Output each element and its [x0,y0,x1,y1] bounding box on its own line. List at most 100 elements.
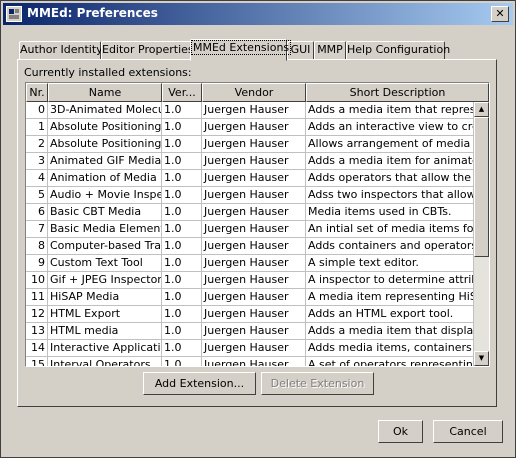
cell-name: Absolute Positioning ... [50,136,162,152]
column-header-name[interactable]: Name [48,83,162,102]
cell-vendor: Juergen Hauser [202,187,306,203]
cell-vendor: Juergen Hauser [202,323,306,339]
table-row[interactable]: 9 Custom Text Tool 1.0 Juergen Hauser A simp… [26,255,474,272]
tab-editor-properties[interactable]: Editor Properties [101,41,194,60]
cell-vendor: Juergen Hauser [202,357,306,366]
table-row[interactable]: 11 HiSAP Media 1.0 Juergen Hauser A media it… [26,289,474,306]
table-row[interactable]: 8Computer-based Trai...1.0Juergen Hauser… [26,238,474,255]
cell-version: 1.0 [162,289,202,305]
title-bar[interactable]: MMEd: Preferences ✕ [3,3,513,25]
cell-short-description: Media items used in CBTs. [306,204,474,220]
cell-name: HTML Export [48,306,162,322]
table-row[interactable]: 14Interactive Applications1.0Juergen Hau… [26,340,474,357]
cell-nr: 14 [26,340,48,356]
scroll-up-button[interactable]: ▲ [474,102,489,117]
scroll-down-button[interactable]: ▼ [474,351,489,366]
cell-short-description: A set of operators representing ... [306,357,474,366]
installed-extensions-label: Currently installed extensions: [24,66,192,79]
cell-short-description: Adds an interactive view to cre... [308,119,474,135]
cell-name: Basic CBT Media [48,204,162,220]
cell-name: Animated GIF Media It... [50,153,162,169]
extensions-panel: Currently installed extensions: Nr. Name… [17,59,497,407]
tab-help-configuration[interactable]: Help Configuration [346,41,450,60]
table-row[interactable]: 4 Animation of Media 1.0 Juergen Hauser Adds… [26,170,474,187]
cell-nr: 7 [26,221,48,237]
column-header-vendor[interactable]: Vendor [202,83,306,102]
cell-version: 1.0 [162,187,202,203]
cell-short-description: Adds containers and operators t... [308,238,474,254]
cell-vendor: Juergen Hauser [202,272,306,288]
tab-mmp[interactable]: MMP [314,41,346,60]
table-header: Nr. Name Ver... Vendor Short Description [26,83,489,102]
delete-extension-button[interactable]: Delete Extension [261,372,374,395]
cell-name: Audio + Movie Inspec... [48,187,162,203]
cell-nr: 1 [26,119,48,135]
cell-short-description: Adss two inspectors that allow ... [308,187,474,203]
cell-version: 1.0 [162,136,202,152]
cell-nr: 2 [26,136,48,152]
cell-version: 1.0 [162,357,202,366]
cell-short-description: Adds an HTML export tool. [306,306,474,322]
cell-version: 1.0 [162,272,202,288]
table-row[interactable]: 13 HTML media 1.0 Juergen Hauser Adds a medi… [26,323,474,340]
table-row[interactable]: 12 HTML Export 1.0 Juergen Hauser Adds an HT… [26,306,474,323]
column-header-version[interactable]: Ver... [162,83,202,102]
column-header-short-description[interactable]: Short Description [306,83,489,102]
tab-label: Editor Properties [102,43,194,56]
cell-nr: 8 [26,238,48,254]
tab-label: Author Identity [20,43,103,56]
table-row[interactable]: 3Animated GIF Media It...1.0Juergen Haus… [26,153,474,170]
table-row[interactable]: 5Audio + Movie Inspec...1.0Juergen Hause… [26,187,474,204]
cancel-button[interactable]: Cancel [433,420,503,443]
column-header-nr[interactable]: Nr. [26,83,48,102]
cell-short-description: Adds operators that allow the s... [308,170,474,186]
scroll-thumb[interactable] [474,117,489,257]
tab-label: Help Configuration [347,43,451,56]
cell-vendor: Juergen Hauser [202,340,306,356]
cell-name: Gif + JPEG Inspectors [50,272,162,288]
window-title: MMEd: Preferences [27,6,158,20]
cell-nr: 15 [26,357,48,366]
table-row[interactable]: 15 Interval Operators 1.0 Juergen Hauser A s… [26,357,474,366]
cell-short-description: An intial set of media items for m... [308,221,474,237]
cell-name: Interval Operators [48,357,162,366]
cell-nr: 12 [26,306,48,322]
cell-vendor: Juergen Hauser [202,170,306,186]
table-row[interactable]: 6 Basic CBT Media 1.0 Juergen Hauser Media i… [26,204,474,221]
cell-vendor: Juergen Hauser [202,102,306,118]
table-row[interactable]: 03D-Animated Molecule1.0Juergen HauserAd… [26,102,474,119]
cell-name: Computer-based Trai... [50,238,162,254]
cell-vendor: Juergen Hauser [202,204,306,220]
tab-gui[interactable]: GUI [287,41,314,60]
tab-label: GUI [290,43,311,56]
cell-vendor: Juergen Hauser [202,153,306,169]
add-extension-button[interactable]: Add Extension... [143,372,256,395]
preferences-window: MMEd: Preferences ✕ Author Identity Edit… [0,0,516,458]
cell-nr: 0 [26,102,48,118]
cell-vendor: Juergen Hauser [202,136,306,152]
table-row[interactable]: 7 Basic Media Elements 1.0 Juergen Hauser An… [26,221,474,238]
tab-label: MMEd Extensions [191,40,292,55]
table-row[interactable]: 1Absolute Positioning ...1.0Juergen Haus… [26,119,474,136]
table-row[interactable]: 10 Gif + JPEG Inspectors 1.0 Juergen Hauser… [26,272,474,289]
cell-name: Animation of Media [48,170,162,186]
vertical-scrollbar[interactable]: ▲ ▼ [474,102,489,366]
cell-nr: 4 [26,170,48,186]
table-row[interactable]: 2Absolute Positioning ...1.0Juergen Haus… [26,136,474,153]
cell-nr: 9 [26,255,48,271]
cell-vendor: Juergen Hauser [202,289,306,305]
cell-name: 3D-Animated Molecule [48,102,162,118]
cell-short-description: Adds a media item that represen... [306,102,474,118]
cell-nr: 5 [26,187,48,203]
close-button[interactable]: ✕ [491,6,509,22]
table-body: 03D-Animated Molecule1.0Juergen HauserAd… [26,102,474,366]
cell-version: 1.0 [162,170,202,186]
tab-mmed-extensions[interactable]: MMEd Extensions [190,39,292,61]
cell-version: 1.0 [162,221,202,237]
ok-button[interactable]: Ok [378,420,423,443]
cell-version: 1.0 [162,323,202,339]
cell-short-description: Adds a media item for animated ... [308,153,474,169]
cell-short-description: Adds media items, containers an... [306,340,474,356]
cell-short-description: Allows arrangement of media ite... [306,136,474,152]
tab-author-identity[interactable]: Author Identity [19,41,103,60]
